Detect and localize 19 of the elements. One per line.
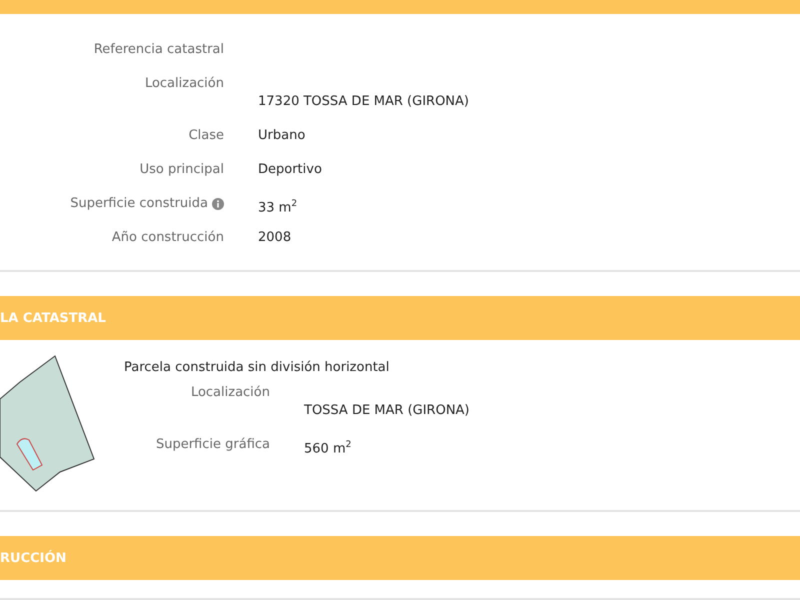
field-value: Deportivo: [258, 162, 322, 178]
field-label: Año construcción: [112, 230, 224, 247]
field-value: TOSSA DE MAR (GIRONA): [304, 402, 470, 420]
field-label: Referencia catastral: [94, 42, 224, 59]
field-value: Urbano: [258, 128, 306, 144]
field-label: Localización: [190, 385, 270, 402]
section-title: LA CATASTRAL: [0, 310, 106, 326]
field-value: 33 m$^{2}$: [258, 198, 298, 216]
section-title: RUCCIÓN: [0, 550, 66, 566]
field-value: 560 m$^{2}$: [304, 439, 352, 458]
info-icon[interactable]: [212, 198, 224, 210]
field-value: 17320 TOSSA DE MAR (GIRONA): [258, 93, 469, 111]
field-label: Uso principal: [140, 162, 224, 179]
parcel-subtitle: Parcela construida sin división horizontal: [124, 360, 390, 375]
field-label: Superficie gráfica: [156, 437, 270, 454]
field-value: 2008: [258, 230, 292, 246]
field-label: Localización: [144, 76, 224, 93]
field-label: Superficie construida: [70, 196, 224, 230]
field-label: Clase: [188, 128, 224, 145]
